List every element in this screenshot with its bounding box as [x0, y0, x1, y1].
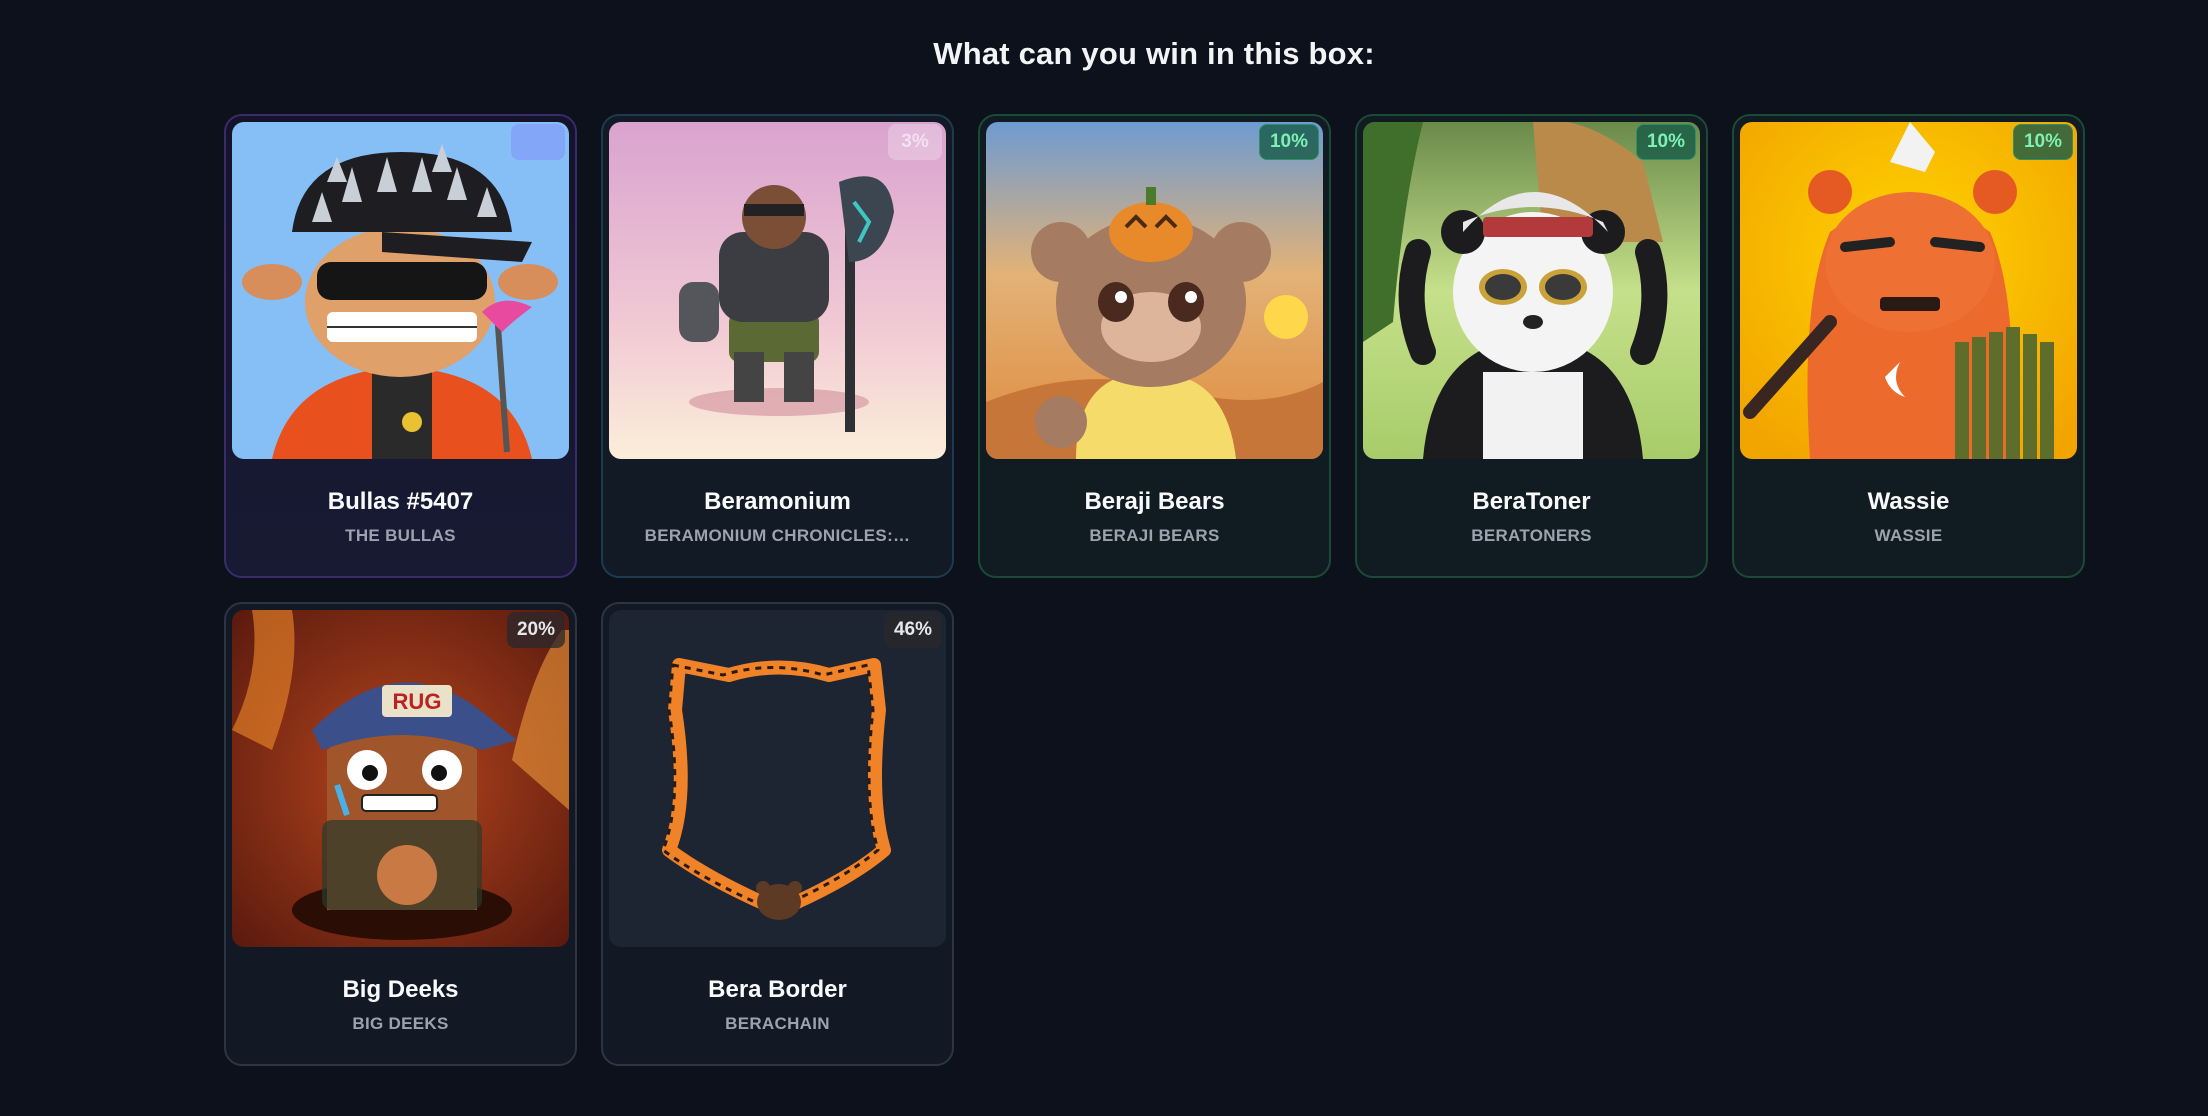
prize-name: Beramonium — [704, 488, 851, 515]
prize-card-beratoner[interactable]: 10% BeraToner BERATONERS — [1355, 114, 1708, 578]
prize-card-bullas[interactable]: Bullas #5407 THE BULLAS — [224, 114, 577, 578]
prize-name: Wassie — [1867, 488, 1950, 515]
prize-collection: WASSIE — [1874, 526, 1943, 545]
prize-image-bullas — [232, 122, 569, 459]
chance-badge: 20% — [506, 612, 565, 648]
prize-grid: Bullas #5407 THE BULLAS 3% Beramonium BE… — [224, 114, 2085, 1066]
prize-name: Bera Border — [708, 976, 847, 1003]
prize-name: Beraji Bears — [1084, 488, 1225, 515]
prize-collection: THE BULLAS — [345, 526, 456, 545]
svg-text:RUG: RUG — [393, 689, 442, 714]
prize-image-bera-border — [609, 610, 946, 947]
page-title: What can you win in this box: — [933, 36, 1375, 71]
chance-badge: 10% — [1258, 124, 1319, 160]
chance-badge: 10% — [1635, 124, 1696, 160]
prize-card-beraji-bears[interactable]: 10% Beraji Bears BERAJI BEARS — [978, 114, 1331, 578]
prize-card-wassie[interactable]: 10% Wassie WASSIE — [1732, 114, 2085, 578]
prize-image-beratoner — [1363, 122, 1700, 459]
chance-badge: 10% — [2012, 124, 2073, 160]
prize-collection: BERAMONIUM CHRONICLES:… — [644, 526, 911, 545]
prize-image-beramonium — [609, 122, 946, 459]
prize-collection: BERACHAIN — [725, 1014, 830, 1033]
prize-name: Big Deeks — [342, 976, 459, 1003]
prize-image-beraji-bears — [986, 122, 1323, 459]
prize-name: Bullas #5407 — [327, 488, 474, 515]
prize-card-bera-border[interactable]: 46% Bera Border BERACHAIN — [601, 602, 954, 1066]
chance-badge — [511, 124, 565, 160]
prize-collection: BERATONERS — [1471, 526, 1592, 545]
prize-card-big-deeks[interactable]: RUG 20% Big Deeks BIG DEEKS — [224, 602, 577, 1066]
prize-image-big-deeks: RUG — [232, 610, 569, 947]
prize-name: BeraToner — [1472, 488, 1591, 515]
prize-collection: BIG DEEKS — [352, 1014, 449, 1033]
prize-collection: BERAJI BEARS — [1089, 526, 1220, 545]
prize-image-wassie — [1740, 122, 2077, 459]
prize-card-beramonium[interactable]: 3% Beramonium BERAMONIUM CHRONICLES:… — [601, 114, 954, 578]
chance-badge: 3% — [888, 124, 942, 160]
chance-badge: 46% — [883, 612, 942, 648]
